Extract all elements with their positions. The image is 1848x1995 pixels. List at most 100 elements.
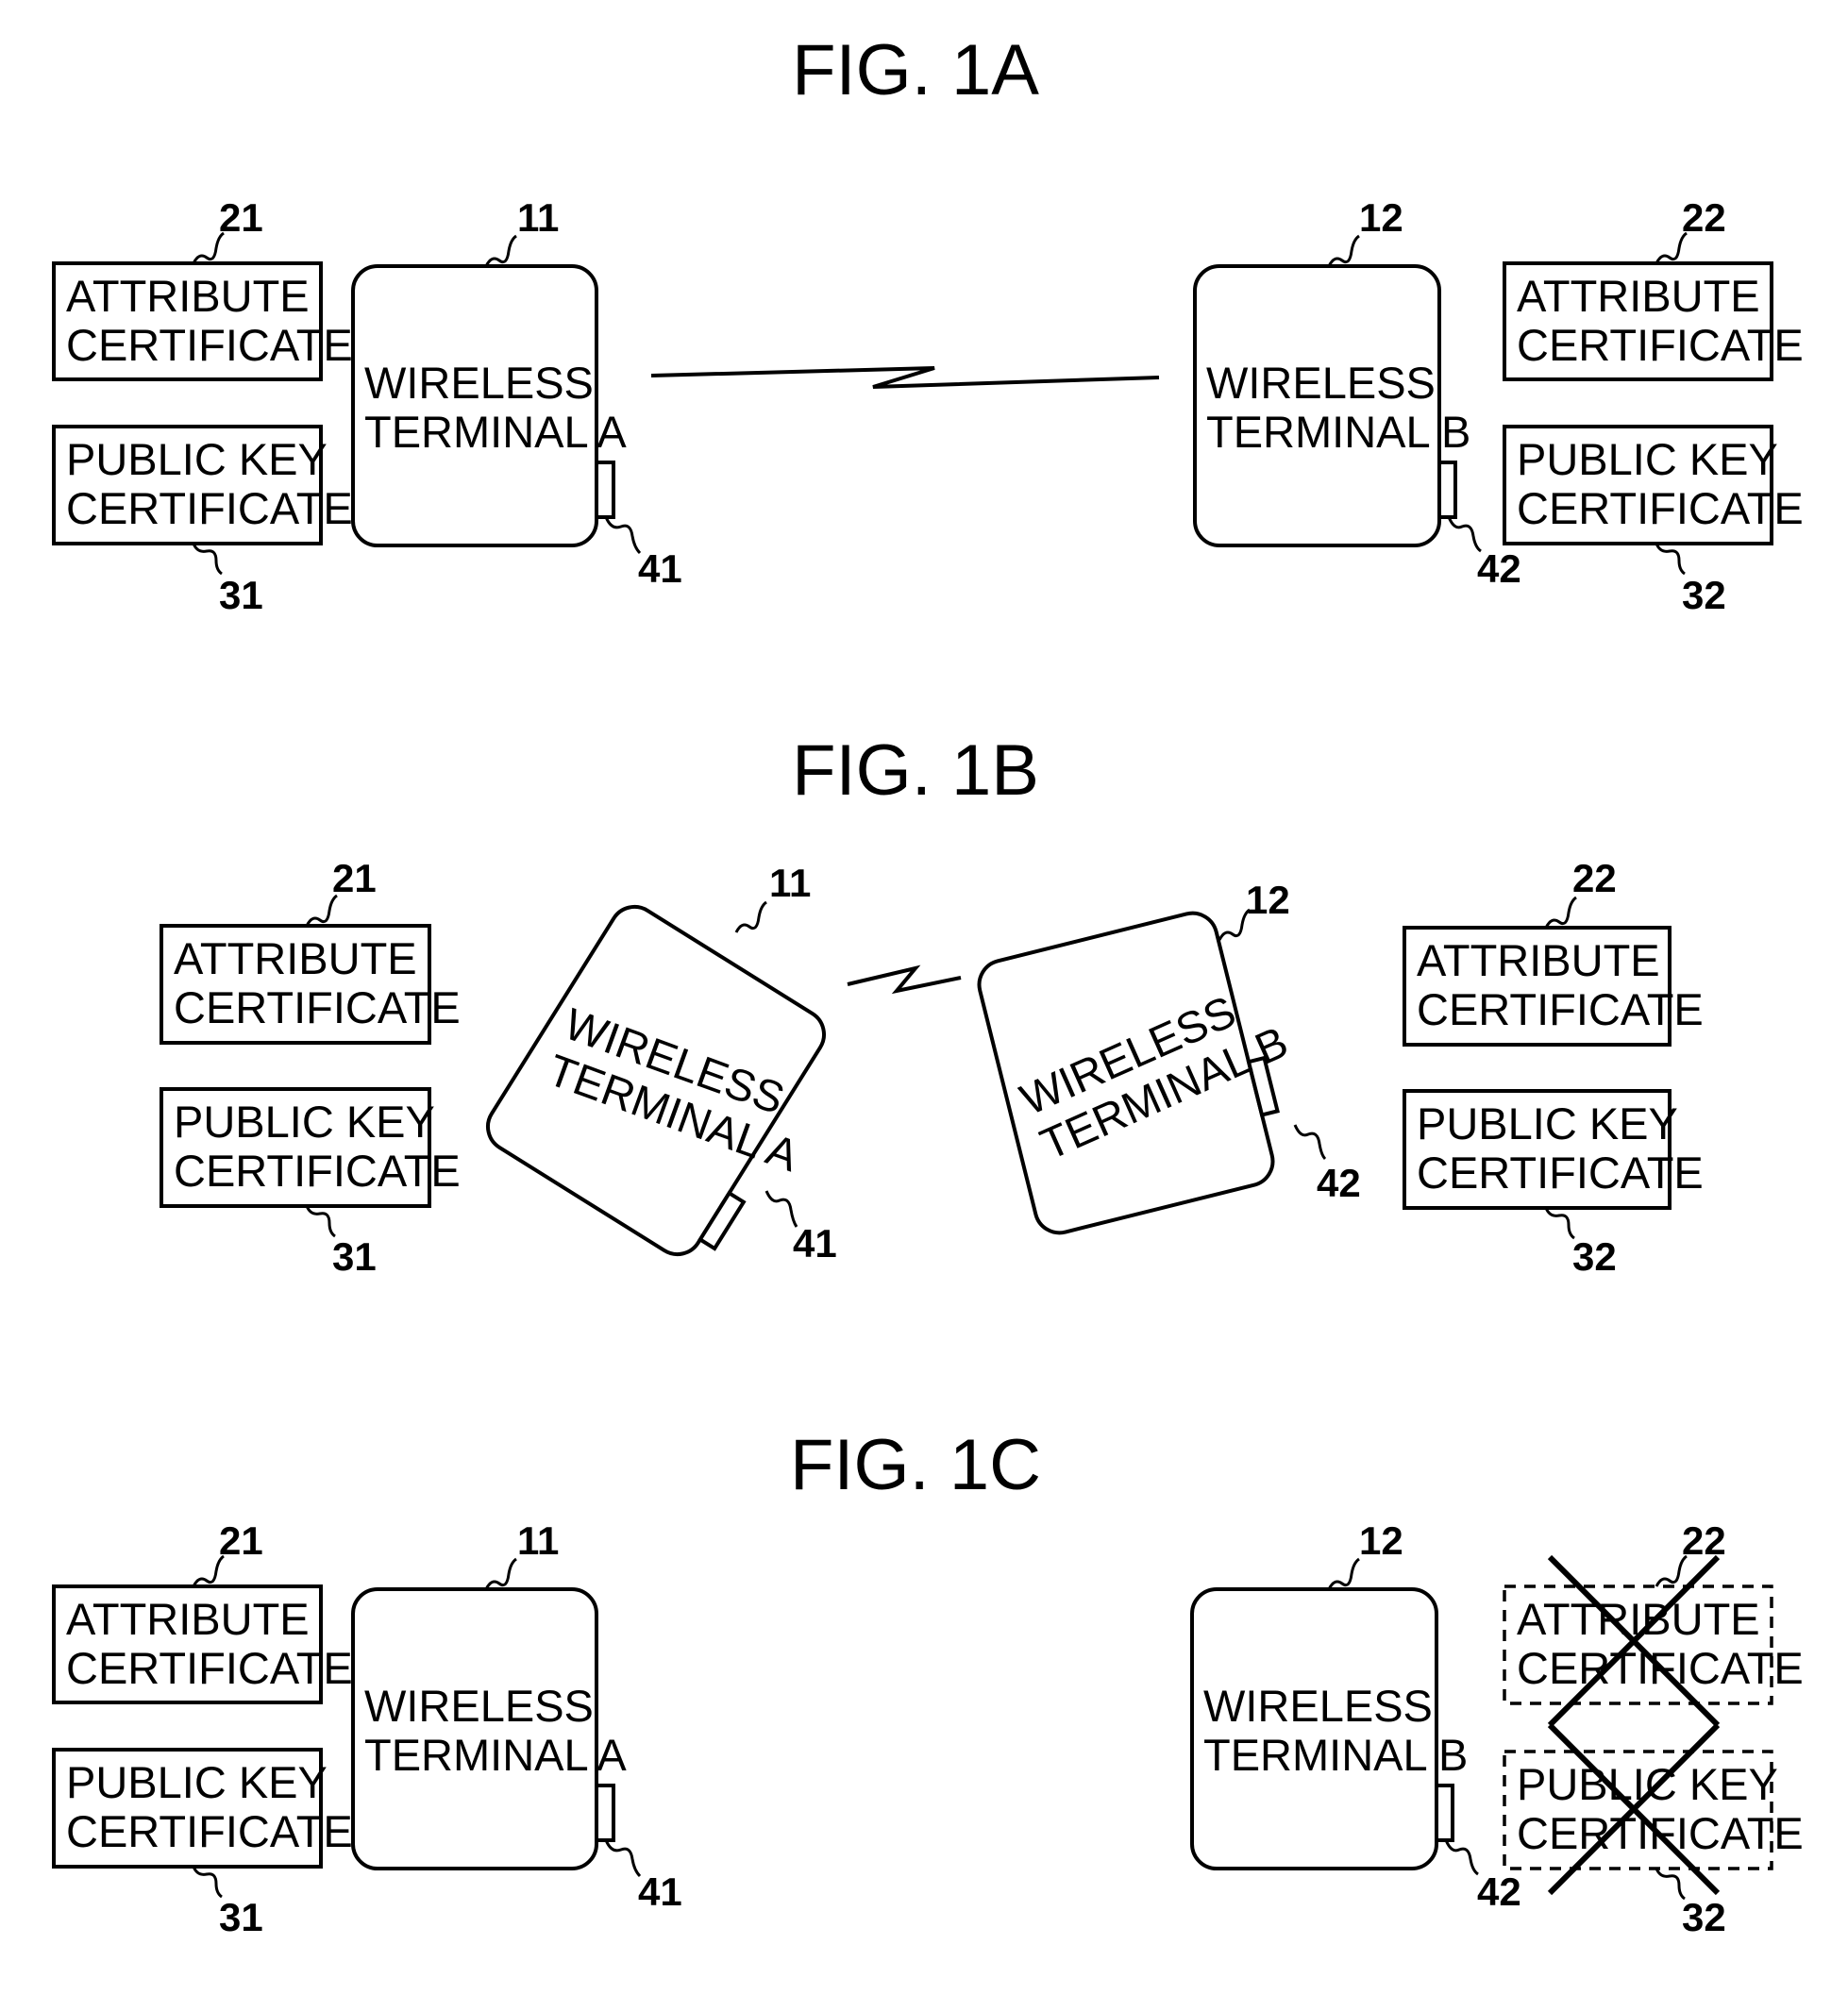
wireless-terminal-a: WIRELESS TERMINAL A 11 41 (351, 195, 682, 591)
leader-line (734, 900, 767, 933)
public-key-certificate-32: PUBLIC KEY CERTIFICATE 32 (1403, 1089, 1704, 1279)
leader-line (1655, 1868, 1686, 1901)
reference-numeral: 42 (1477, 1869, 1521, 1914)
cert-label-line2: CERTIFICATE (1517, 483, 1804, 533)
leader-line (1544, 896, 1577, 929)
leader-line (1544, 1207, 1575, 1240)
leader-line (1444, 1839, 1479, 1876)
wireless-link-icon (650, 366, 1160, 389)
figure-1b: FIG. 1B ATTRIBUTE CERTIFICATE 21 PUBLIC … (160, 730, 1704, 1279)
cert-label-line1: ATTRIBUTE (66, 271, 310, 321)
leader-line (192, 1866, 223, 1899)
reference-numeral: 32 (1682, 573, 1726, 617)
reference-numeral: 41 (793, 1221, 837, 1266)
cert-label-line2: CERTIFICATE (1417, 984, 1704, 1034)
cert-label-line1: ATTRIBUTE (174, 933, 417, 983)
public-key-certificate-31: PUBLIC KEY CERTIFICATE 31 (160, 1087, 461, 1279)
terminal-label-line1: WIRELESS (1203, 1681, 1433, 1731)
leader-line (1655, 543, 1686, 576)
reference-numeral: 21 (332, 856, 377, 900)
reference-numeral: 41 (638, 1869, 682, 1914)
port-42 (1437, 461, 1457, 519)
patent-figure-sheet: FIG. 1A ATTRIBUTE CERTIFICATE 21 PUBLIC … (52, 30, 1804, 1939)
cert-label-line1: PUBLIC KEY (1417, 1098, 1678, 1148)
leader-line (192, 543, 223, 576)
reference-numeral: 42 (1477, 546, 1521, 591)
figure-title: FIG. 1B (792, 730, 1039, 811)
leader-line (1327, 234, 1360, 267)
cert-label-line1: ATTRIBUTE (1417, 935, 1660, 985)
terminal-label-line2: TERMINAL B (1203, 1730, 1468, 1780)
reference-numeral: 31 (219, 573, 263, 617)
wireless-terminal-b: WIRELESS TERMINAL B 12 42 (1190, 1518, 1521, 1914)
figure-title: FIG. 1C (790, 1425, 1041, 1505)
cert-label-line2: CERTIFICATE (66, 483, 353, 533)
public-key-certificate-32-deleted: PUBLIC KEY CERTIFICATE 32 (1503, 1750, 1804, 1939)
reference-numeral: 12 (1246, 878, 1290, 922)
attribute-certificate-21: ATTRIBUTE CERTIFICATE 21 (52, 195, 353, 381)
reference-numeral: 32 (1682, 1895, 1726, 1939)
port-41 (595, 1784, 615, 1842)
cert-label-line2: CERTIFICATE (1517, 320, 1804, 370)
cert-label-line2: CERTIFICATE (174, 982, 461, 1032)
wireless-link-icon (847, 964, 962, 995)
reference-numeral: 11 (769, 861, 811, 905)
cert-label-line2: CERTIFICATE (66, 1806, 353, 1856)
reference-numeral: 21 (219, 195, 263, 240)
leader-line (604, 1839, 642, 1878)
cert-label-line2: CERTIFICATE (1417, 1148, 1704, 1198)
cert-label-line1: PUBLIC KEY (1517, 434, 1778, 484)
wireless-terminal-b: WIRELESS TERMINAL B (977, 911, 1295, 1235)
reference-numeral: 41 (638, 546, 682, 591)
cert-label-line1: PUBLIC KEY (66, 434, 328, 484)
port-42 (1435, 1784, 1454, 1842)
figure-1c: FIG. 1C ATTRIBUTE CERTIFICATE 21 PUBLIC … (52, 1425, 1804, 1939)
leader-line (484, 234, 517, 267)
reference-numeral: 22 (1572, 856, 1617, 900)
cert-label-line2: CERTIFICATE (66, 1643, 353, 1693)
attribute-certificate-22: ATTRIBUTE CERTIFICATE 22 (1403, 856, 1704, 1047)
terminal-label-line1: WIRELESS (364, 1681, 594, 1731)
public-key-certificate-32: PUBLIC KEY CERTIFICATE 32 (1503, 425, 1804, 617)
leader-line (484, 1557, 517, 1590)
cert-label-line2: CERTIFICATE (174, 1146, 461, 1196)
reference-numeral: 11 (517, 195, 559, 240)
attribute-certificate-21: ATTRIBUTE CERTIFICATE 21 (52, 1518, 353, 1704)
reference-numeral: 21 (219, 1518, 263, 1563)
leader-line (1447, 516, 1482, 553)
terminal-label-line2: TERMINAL A (364, 1730, 627, 1780)
attribute-certificate-22-deleted: ATTRIBUTE CERTIFICATE 22 (1503, 1518, 1804, 1705)
terminal-label-line2: TERMINAL B (1206, 407, 1470, 457)
reference-numeral: 22 (1682, 195, 1726, 240)
reference-numeral: 31 (332, 1234, 377, 1279)
reference-numeral: 31 (219, 1895, 263, 1939)
cert-label-line1: ATTRIBUTE (1517, 271, 1760, 321)
terminal-label-line2: TERMINAL A (364, 407, 627, 457)
reference-numeral: 42 (1317, 1161, 1361, 1205)
cert-label-line1: PUBLIC KEY (66, 1757, 328, 1807)
reference-numeral: 12 (1359, 1518, 1403, 1563)
figure-1a: FIG. 1A ATTRIBUTE CERTIFICATE 21 PUBLIC … (52, 30, 1804, 617)
leader-line (305, 1205, 336, 1238)
public-key-certificate-31: PUBLIC KEY CERTIFICATE 31 (52, 425, 353, 617)
leader-line (1293, 1124, 1327, 1161)
cert-label-line2: CERTIFICATE (66, 320, 353, 370)
reference-numeral: 12 (1359, 195, 1403, 240)
cert-label-line1: PUBLIC KEY (174, 1097, 435, 1147)
reference-numeral: 32 (1572, 1234, 1617, 1279)
figure-title: FIG. 1A (792, 30, 1039, 110)
leader-line (604, 516, 642, 555)
cert-label-line1: ATTRIBUTE (66, 1594, 310, 1644)
reference-numeral: 11 (517, 1518, 559, 1563)
wireless-terminal-b: WIRELESS TERMINAL B 12 42 (1193, 195, 1521, 591)
reference-numeral: 22 (1682, 1518, 1726, 1563)
wireless-terminal-a: WIRELESS TERMINAL A 11 41 (351, 1518, 682, 1914)
terminal-label-line1: WIRELESS (364, 358, 594, 408)
attribute-certificate-21: ATTRIBUTE CERTIFICATE 21 (160, 856, 461, 1045)
port-41 (595, 461, 615, 519)
public-key-certificate-31: PUBLIC KEY CERTIFICATE 31 (52, 1748, 353, 1939)
cert-label-line1: PUBLIC KEY (1517, 1759, 1778, 1809)
terminal-label-line1: WIRELESS (1206, 358, 1436, 408)
leader-line (1327, 1557, 1360, 1590)
attribute-certificate-22: ATTRIBUTE CERTIFICATE 22 (1503, 195, 1804, 381)
